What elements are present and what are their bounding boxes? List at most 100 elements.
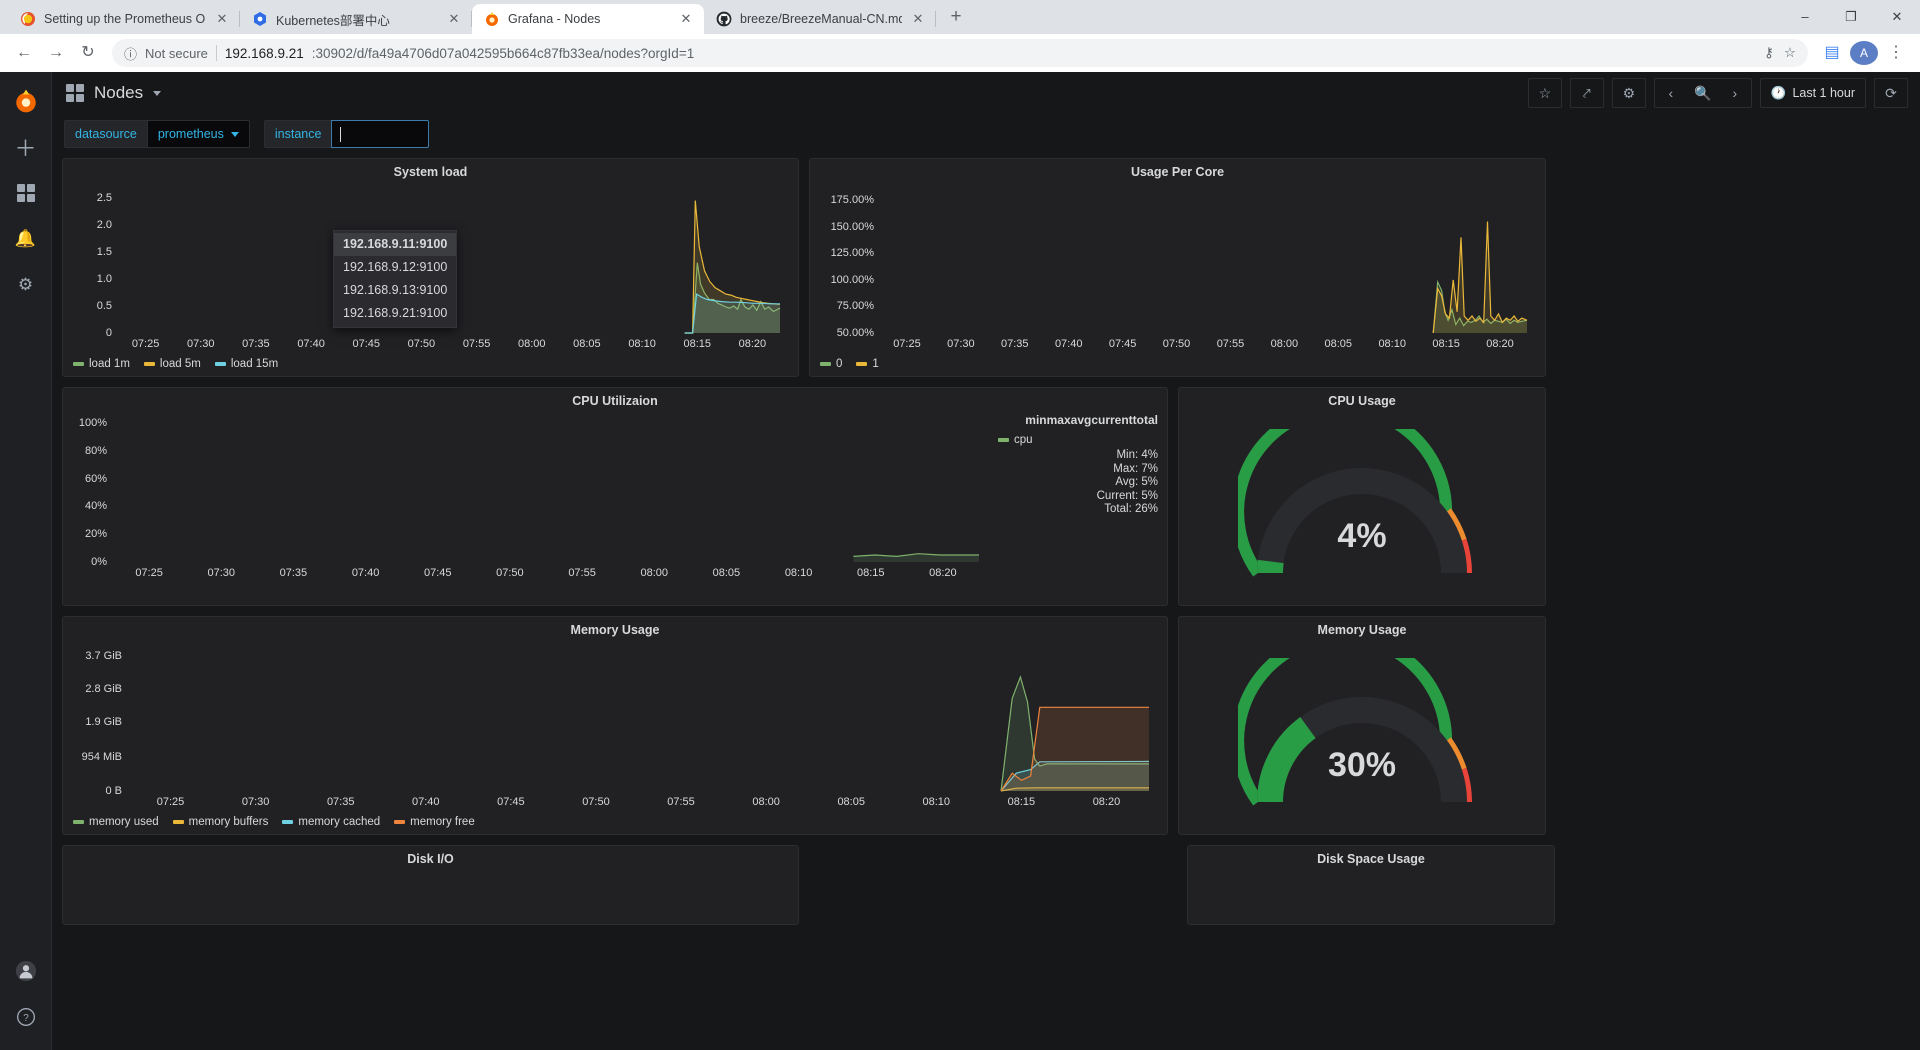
chart-legend: memory used memory buffers memory cached…	[63, 816, 475, 828]
browser-tab-1[interactable]: Kubernetes部署中心 ✕	[240, 4, 472, 34]
variable-label-datasource: datasource	[64, 120, 147, 148]
legend-item[interactable]: load 15m	[214, 358, 278, 370]
new-tab-button[interactable]: +	[942, 4, 970, 32]
y-axis-tick-label: 0 B	[105, 785, 122, 797]
dropdown-option-0[interactable]: 192.168.9.11:9100	[334, 233, 456, 256]
dropdown-option-3[interactable]: 192.168.9.21:9100	[334, 302, 456, 325]
time-range-forward-icon[interactable]: ›	[1719, 78, 1751, 108]
variable-instance[interactable]: instance	[263, 120, 430, 148]
dashboard-row-4: Disk I/O Disk Space Usage	[62, 845, 1910, 925]
y-axis-tick-label: 100.00%	[830, 273, 874, 286]
legend-item[interactable]: load 1m	[73, 358, 130, 370]
forward-icon[interactable]: →	[42, 39, 70, 67]
maximize-button[interactable]: ❐	[1828, 0, 1874, 34]
x-axis-tick-label: 08:05	[573, 338, 601, 350]
legend-item[interactable]: cpu	[998, 434, 1158, 448]
page-title[interactable]: Nodes	[66, 83, 162, 103]
browser-tab-0[interactable]: Setting up the Prometheus Op ✕	[8, 4, 240, 34]
panel-title: Memory Usage	[1317, 623, 1407, 637]
info-icon[interactable]: ⓘ	[124, 44, 137, 63]
refresh-icon[interactable]: ⟳	[1875, 78, 1907, 108]
chart-legend: 0 1	[810, 358, 879, 370]
panel-cpu-utilizaion[interactable]: CPU Utilizaion 0% 20% 40% 60% 80% 100% 07:25 07…	[62, 387, 1168, 606]
dashboards-icon[interactable]	[6, 172, 46, 214]
variable-value-datasource[interactable]: prometheus	[146, 120, 250, 148]
browser-tab-2[interactable]: Grafana - Nodes ✕	[472, 4, 704, 34]
chevron-down-icon[interactable]	[153, 90, 162, 96]
settings-gear-icon[interactable]: ⚙	[1613, 78, 1645, 108]
share-icon[interactable]: ⤤	[1571, 78, 1603, 108]
panel-disk-io[interactable]: Disk I/O	[62, 845, 799, 925]
refresh-group[interactable]: ⟳	[1874, 78, 1908, 108]
tab-close-icon[interactable]: ✕	[678, 11, 694, 27]
time-picker[interactable]: 🕐 Last 1 hour	[1761, 78, 1865, 108]
legend-item[interactable]: load 5m	[143, 358, 201, 370]
back-icon[interactable]: ←	[10, 39, 38, 67]
panel-disk-space-usage[interactable]: Disk Space Usage	[1187, 845, 1555, 925]
url-host: 192.168.9.21	[224, 45, 304, 61]
dropdown-option-2[interactable]: 192.168.9.13:9100	[334, 279, 456, 302]
key-icon[interactable]: ⚷	[1764, 45, 1774, 61]
user-avatar-icon[interactable]	[6, 950, 46, 992]
extension-icon[interactable]: ▤	[1818, 39, 1846, 67]
y-axis-tick-label: 2.8 GiB	[85, 682, 122, 695]
x-axis-tick-label: 08:20	[1486, 338, 1514, 350]
x-axis-tick-label: 07:50	[1162, 338, 1191, 350]
tab-close-icon[interactable]: ✕	[910, 11, 926, 27]
x-axis-tick-label: 08:15	[1007, 796, 1036, 808]
panel-memory-usage-gauge[interactable]: Memory Usage 30%	[1178, 616, 1546, 835]
minimize-button[interactable]: –	[1782, 0, 1828, 34]
profile-avatar[interactable]: A	[1850, 41, 1878, 65]
panel-memory-usage[interactable]: Memory Usage 0 B 954 MiB 1.9 GiB 2.8 GiB 3.7…	[62, 616, 1168, 835]
legend-item[interactable]: 1	[856, 358, 879, 370]
configuration-icon[interactable]: ⚙	[6, 264, 46, 306]
legend-item[interactable]: memory cached	[282, 816, 380, 828]
legend-item[interactable]: memory used	[73, 816, 159, 828]
address-bar[interactable]: ⓘ Not secure 192.168.9.21:30902/d/fa49a4…	[112, 39, 1808, 67]
x-axis-tick-label: 08:00	[1270, 338, 1299, 350]
x-axis-tick-label: 07:30	[947, 338, 975, 350]
zoom-out-icon[interactable]: 🔍	[1687, 78, 1719, 108]
grafana-logo-icon[interactable]	[6, 80, 46, 122]
time-range-back-icon[interactable]: ‹	[1655, 78, 1687, 108]
help-icon[interactable]: ?	[6, 996, 46, 1038]
panel-title: CPU Utilizaion	[572, 394, 658, 408]
kebab-menu-icon[interactable]: ⋮	[1882, 39, 1910, 67]
create-icon[interactable]: ＋	[6, 126, 46, 168]
legend-item[interactable]: memory free	[394, 816, 475, 828]
panel-spacer	[809, 845, 1177, 925]
gauge-container: 4%	[1179, 401, 1545, 603]
x-axis-tick-label: 07:40	[351, 567, 380, 579]
panel-usage-per-core[interactable]: Usage Per Core 50.00% 75.00% 100.00% 125.00…	[809, 158, 1546, 377]
tab-title: breeze/BreezeManual-CN.md	[740, 12, 902, 26]
instance-input[interactable]	[331, 120, 430, 148]
x-axis-tick-label: 07:40	[1054, 338, 1083, 350]
alerting-icon[interactable]: 🔔	[6, 218, 46, 260]
x-axis-tick-label: 07:25	[131, 338, 160, 350]
time-picker-group[interactable]: 🕐 Last 1 hour	[1759, 78, 1866, 108]
stat-value: 5%	[1141, 476, 1158, 488]
tab-close-icon[interactable]: ✕	[214, 11, 230, 27]
legend-swatch	[856, 362, 868, 366]
x-axis-tick-label: 08:00	[752, 796, 780, 808]
x-axis-tick-label: 08:05	[837, 796, 865, 808]
legend-item[interactable]: 0	[820, 358, 842, 370]
variable-datasource[interactable]: datasource prometheus	[64, 120, 250, 148]
panel-title: System load	[393, 165, 468, 179]
x-axis-tick-label: 07:35	[326, 796, 355, 808]
legend-item[interactable]: memory buffers	[172, 816, 268, 828]
legend-swatch	[214, 362, 226, 366]
instance-dropdown[interactable]: 192.168.9.11:9100 192.168.9.12:9100 192.…	[333, 230, 457, 328]
y-axis-tick-label: 50.00%	[836, 327, 874, 339]
x-axis-tick-label: 08:15	[683, 338, 712, 350]
browser-tab-3[interactable]: breeze/BreezeManual-CN.md ✕	[704, 4, 936, 34]
y-axis-tick-label: 20%	[84, 528, 107, 541]
star-icon[interactable]: ☆	[1784, 45, 1796, 61]
tab-close-icon[interactable]: ✕	[446, 11, 462, 27]
reload-icon[interactable]: ↻	[74, 39, 102, 67]
tab-strip: Setting up the Prometheus Op ✕ Kubernete…	[0, 0, 1920, 34]
panel-cpu-usage-gauge[interactable]: CPU Usage 4%	[1178, 387, 1546, 606]
close-window-button[interactable]: ✕	[1874, 0, 1920, 34]
star-icon[interactable]: ☆	[1529, 78, 1561, 108]
dropdown-option-1[interactable]: 192.168.9.12:9100	[334, 256, 456, 279]
